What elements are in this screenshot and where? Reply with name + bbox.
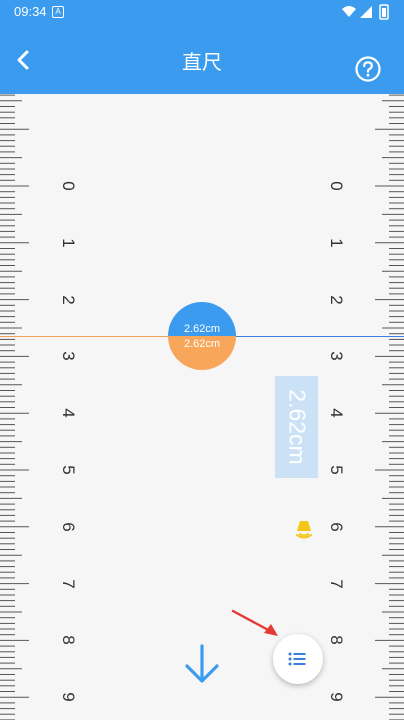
ruler-label: 6	[327, 522, 346, 532]
arrow-down-icon	[185, 644, 219, 683]
ruler-label: 0	[327, 181, 346, 191]
menu-fab-button[interactable]	[273, 634, 323, 684]
list-icon	[288, 652, 306, 666]
ruler-right	[375, 94, 404, 720]
status-bar: 09:34 A	[0, 0, 404, 24]
vertical-measurement-value: 2.62cm	[284, 389, 310, 465]
notification-icon: A	[52, 6, 64, 18]
ruler-label: 9	[59, 692, 78, 702]
ruler-label: 1	[59, 238, 78, 248]
ruler-label: 7	[59, 578, 78, 589]
ruler-label: 3	[59, 351, 78, 362]
app-bar: 直尺	[0, 24, 404, 94]
ruler-label: 3	[327, 351, 346, 362]
ruler-label: 8	[59, 635, 78, 646]
ruler-label: 2	[327, 294, 346, 305]
help-button[interactable]	[354, 55, 382, 83]
ruler-label: 0	[59, 181, 78, 191]
ruler-left	[0, 94, 29, 720]
ruler-label: 1	[327, 238, 346, 248]
status-time: 09:34	[14, 4, 47, 19]
measurement-value-top: 2.62cm	[183, 323, 221, 335]
ruler-label: 5	[327, 465, 346, 475]
page-title: 直尺	[182, 50, 222, 74]
ruler-label: 8	[327, 635, 346, 646]
wifi-icon	[342, 6, 356, 17]
ruler-label: 5	[59, 465, 78, 475]
vertical-measurement: 2.62cm	[275, 376, 318, 478]
ruler-label: 4	[59, 408, 78, 418]
ruler-label: 9	[327, 692, 346, 702]
ruler-labels-left: 0 1 2 3 4 5 6 7 8 9	[58, 94, 78, 720]
ruler-labels-right: 0 1 2 3 4 5 6 7 8 9	[326, 94, 346, 720]
question-circle-icon	[355, 56, 381, 82]
measure-handle[interactable]: 2.62cm 2.62cm	[168, 302, 236, 370]
red-arrow-icon	[231, 609, 278, 636]
status-icons	[342, 4, 389, 20]
scroll-down-button[interactable]	[182, 642, 222, 686]
bell-icon[interactable]	[292, 518, 316, 542]
ruler-label: 7	[327, 578, 346, 589]
signal-icon	[360, 6, 372, 18]
ruler-label: 2	[59, 294, 78, 305]
measurement-value-bottom: 2.62cm	[183, 338, 221, 350]
ruler-label: 4	[327, 408, 346, 418]
ruler-label: 6	[59, 522, 78, 532]
